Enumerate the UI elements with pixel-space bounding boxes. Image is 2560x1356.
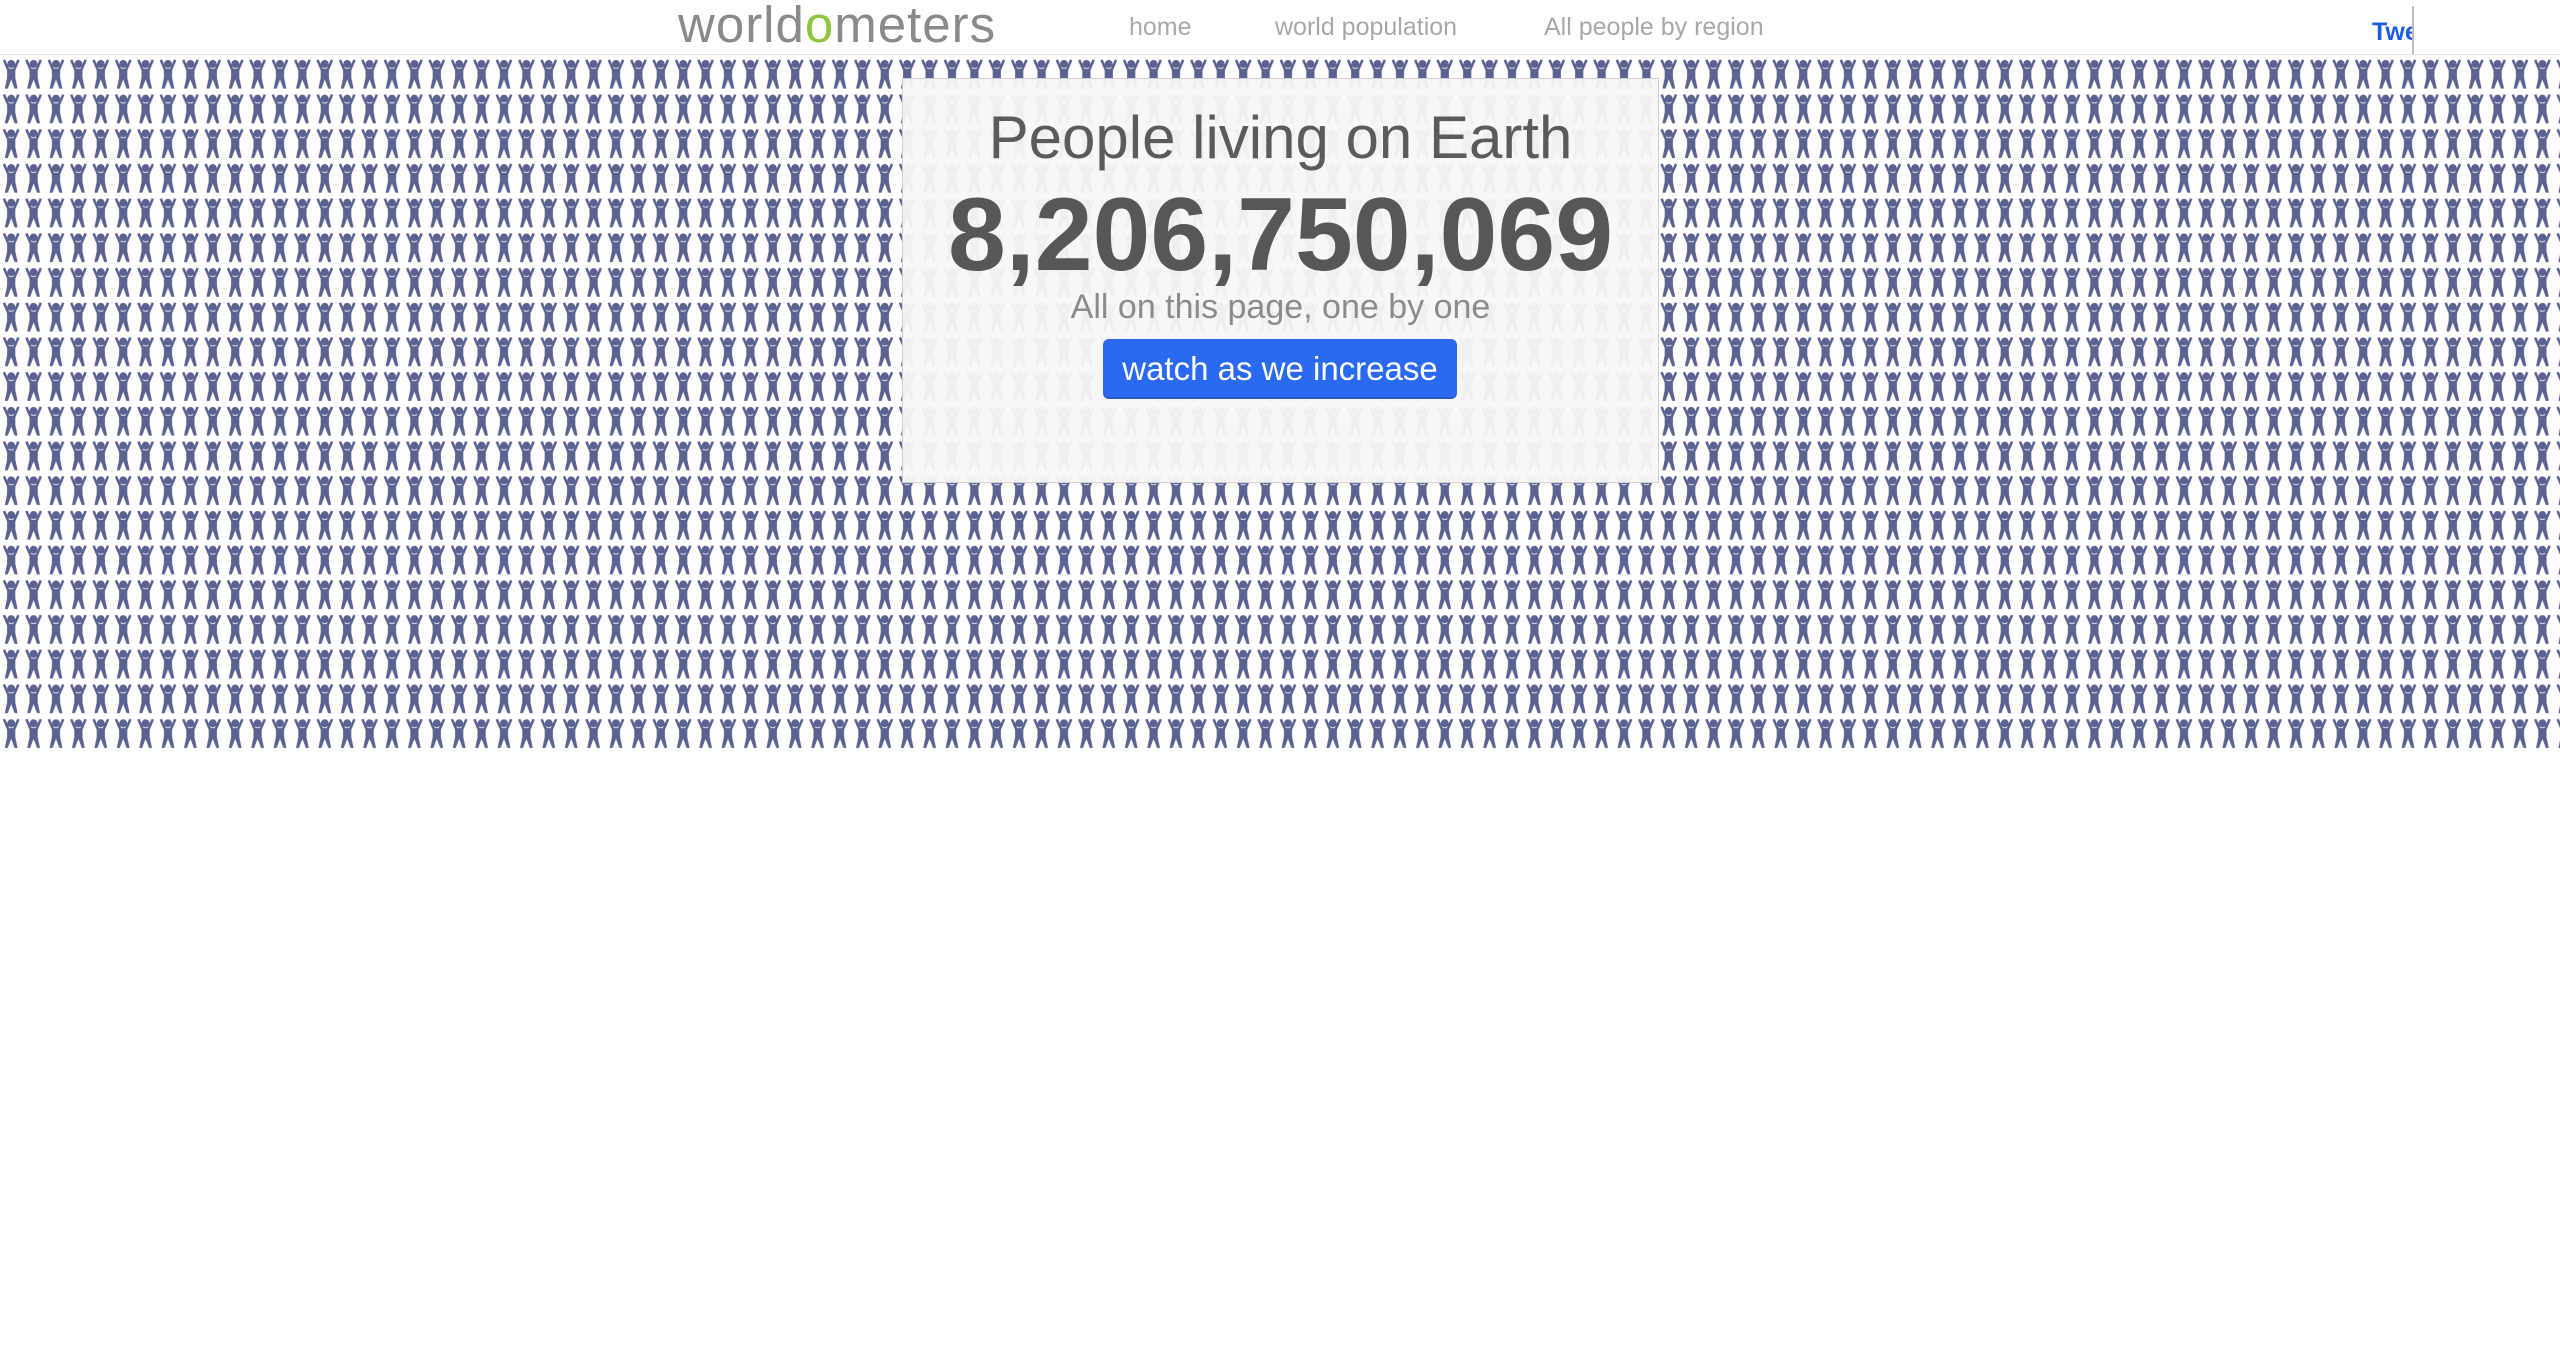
population-counter-card: People living on Earth 8,206,750,069 All… — [902, 78, 1659, 483]
logo-text-world: world — [678, 0, 805, 53]
watch-increase-button[interactable]: watch as we increase — [1103, 339, 1457, 399]
top-navigation-bar: worldometers home world population All p… — [0, 0, 2560, 55]
card-subtitle: All on this page, one by one — [1070, 288, 1491, 326]
logo-text-meters: meters — [834, 0, 997, 53]
nav-world-population-link[interactable]: world population — [1275, 13, 1457, 42]
tweet-button[interactable]: Twe — [2372, 18, 2414, 47]
nav-all-people-by-region-link[interactable]: All people by region — [1544, 13, 1764, 42]
tweet-widget-edge — [2412, 6, 2414, 54]
nav-home-link[interactable]: home — [1129, 13, 1192, 42]
worldometers-logo[interactable]: worldometers — [678, 0, 996, 50]
population-count: 8,206,750,069 — [947, 177, 1614, 293]
logo-text-o: o — [804, 0, 835, 53]
card-title: People living on Earth — [988, 104, 1573, 171]
